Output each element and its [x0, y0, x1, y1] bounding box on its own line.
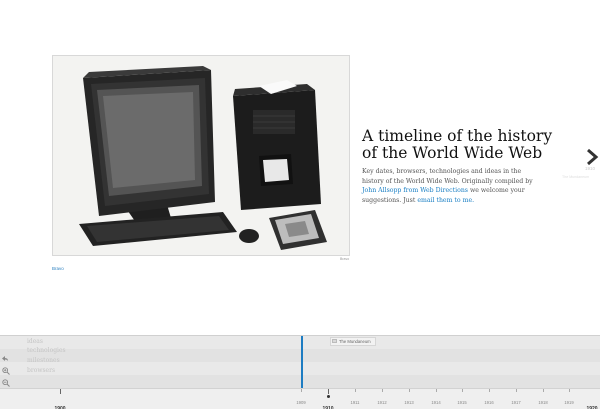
tick-1913	[409, 389, 410, 392]
next-arrow-icon[interactable]	[585, 148, 599, 166]
tick-1911	[355, 389, 356, 392]
band-label-ideas: ideas	[27, 338, 43, 345]
timeline-ruler[interactable]: 1900 1909 1910 1911 1912 1913 1914 1915 …	[0, 388, 600, 409]
year-label-1917: 1917	[511, 400, 521, 405]
year-label-1911: 1911	[350, 400, 360, 405]
year-label-1909: 1909	[296, 400, 306, 405]
tick-1919	[569, 389, 570, 392]
next-computer-image	[53, 56, 349, 255]
band-technologies	[0, 349, 600, 362]
next-year[interactable]: 1910	[585, 166, 595, 171]
year-label-1916: 1916	[484, 400, 494, 405]
year-label-1912: 1912	[377, 400, 387, 405]
timeline-panel[interactable]: ideas technologies milestones browsers T…	[0, 335, 600, 409]
timeline-event-mundaneum[interactable]: The Mundaneum	[330, 337, 376, 346]
tick-1912	[382, 389, 383, 392]
year-label-1915: 1915	[457, 400, 467, 405]
year-label-1919: 1919	[564, 400, 574, 405]
zoom-out-icon[interactable]	[2, 372, 10, 387]
back-icon[interactable]	[2, 348, 10, 361]
year-label-1914: 1914	[431, 400, 441, 405]
event-image-icon	[332, 339, 337, 343]
timeline-event-label: The Mundaneum	[339, 339, 371, 344]
photo-credit: Bravo	[340, 257, 350, 261]
intro-description: Key dates, browsers, technologies and id…	[362, 167, 540, 205]
hero-image	[52, 55, 350, 256]
page-title: A timeline of the history of the World W…	[362, 127, 553, 162]
tick-1917	[516, 389, 517, 392]
tick-1918	[543, 389, 544, 392]
band-ideas	[0, 336, 600, 349]
year-label-1913: 1913	[404, 400, 414, 405]
timeline-tools	[0, 346, 12, 387]
author-link[interactable]: John Allsopp from Web Directions	[362, 187, 468, 194]
tick-1915	[462, 389, 463, 392]
tick-1914	[436, 389, 437, 392]
zoom-in-icon[interactable]	[2, 360, 10, 375]
photo-caption[interactable]: Bravo	[52, 266, 64, 271]
band-browsers	[0, 375, 600, 388]
selected-year-dot	[327, 395, 330, 398]
band-label-browsers: browsers	[27, 367, 56, 374]
band-milestones	[0, 362, 600, 375]
tick-1909	[301, 389, 302, 392]
year-label-1918: 1918	[538, 400, 548, 405]
current-position-marker	[301, 336, 303, 388]
tick-1916	[489, 389, 490, 392]
tick-1900	[60, 389, 61, 394]
band-label-technologies: technologies	[27, 347, 66, 354]
email-link[interactable]: email them to me.	[417, 197, 474, 204]
tick-1910	[328, 389, 329, 394]
desc-text-1: Key dates, browsers, technologies and id…	[362, 168, 533, 185]
next-label[interactable]: The Mundaneum	[562, 175, 589, 179]
band-label-milestones: milestones	[27, 357, 60, 364]
